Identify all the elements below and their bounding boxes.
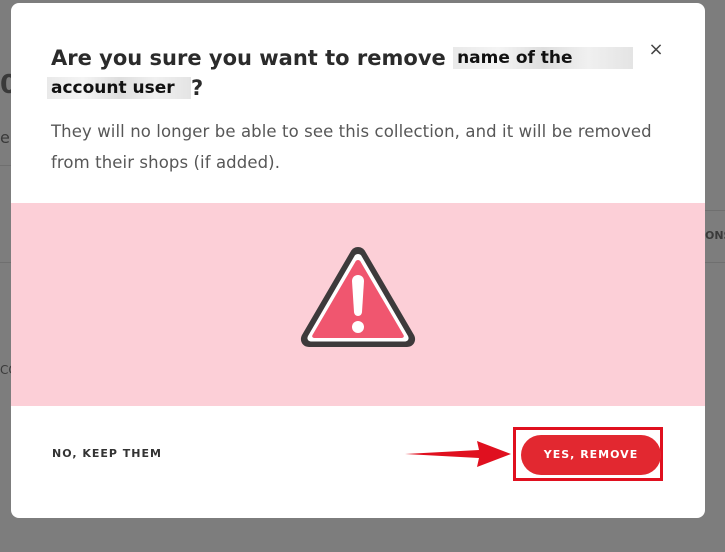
- redacted-username-part-2: account user: [47, 77, 191, 99]
- remove-user-dialog: Are you sure you want to remove name of …: [11, 3, 705, 518]
- dialog-title-suffix: ?: [191, 76, 204, 100]
- background-divider: [0, 262, 11, 263]
- warning-triangle-icon: [300, 247, 416, 347]
- background-divider: [0, 165, 11, 166]
- cancel-button[interactable]: NO, KEEP THEM: [52, 447, 162, 460]
- close-icon[interactable]: ×: [645, 39, 667, 61]
- confirm-remove-button[interactable]: YES, REMOVE: [521, 435, 661, 475]
- background-divider: [705, 262, 725, 263]
- dialog-title: Are you sure you want to remove name of …: [47, 43, 651, 103]
- dialog-title-prefix: Are you sure you want to remove: [51, 46, 446, 70]
- background-divider: [705, 210, 725, 211]
- dialog-description: They will no longer be able to see this …: [51, 122, 652, 172]
- warning-banner: [11, 203, 705, 406]
- background-column-header-fragment: ONS: [705, 229, 725, 242]
- dialog-title-line-2: account user?: [47, 73, 651, 103]
- background-text-fragment: e: [0, 128, 10, 147]
- background-text-fragment: CO: [0, 363, 11, 377]
- dialog-title-line-1: Are you sure you want to remove name of …: [51, 43, 651, 73]
- annotation-arrow: [405, 441, 511, 467]
- redacted-username-part-1: name of the: [453, 47, 634, 69]
- background-heading-fragment: 0: [0, 70, 11, 100]
